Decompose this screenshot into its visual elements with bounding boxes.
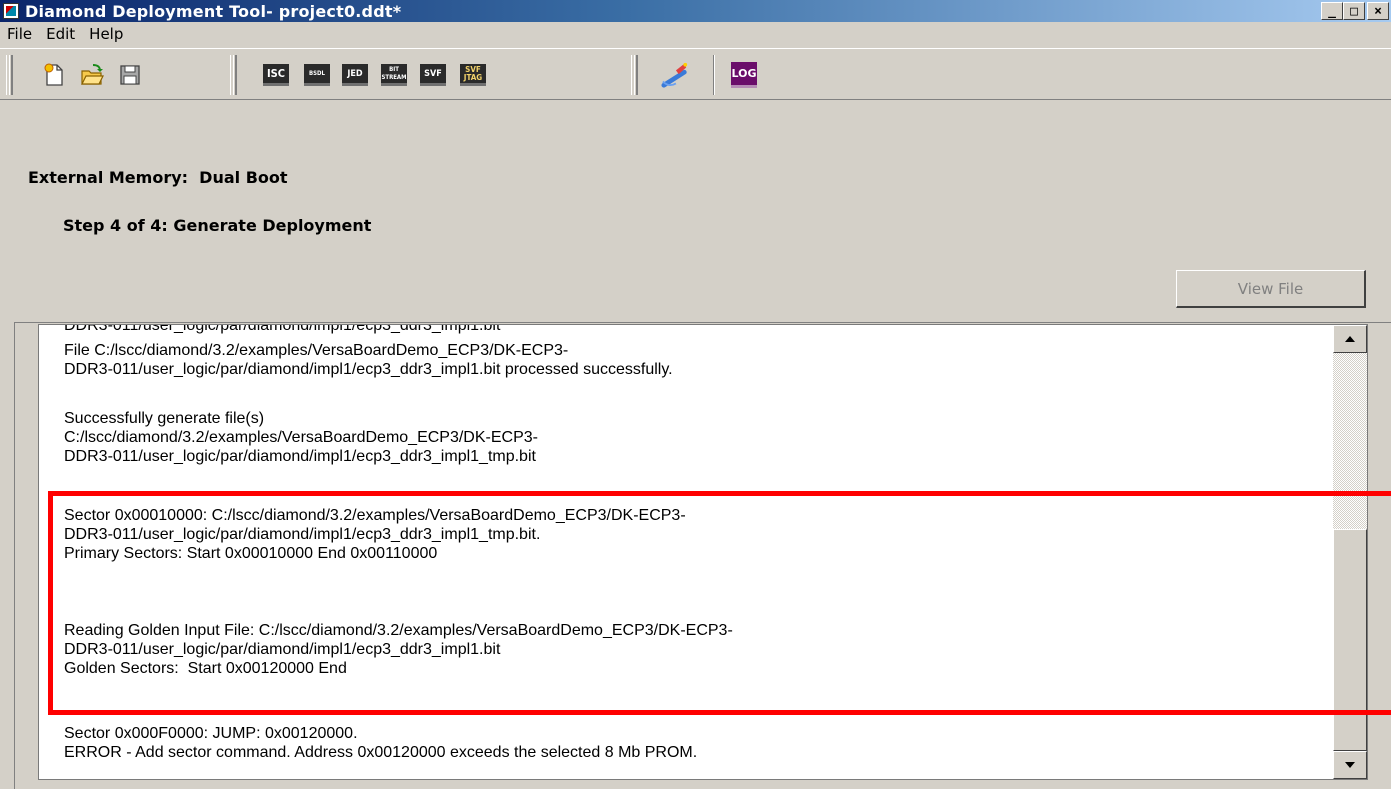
open-folder-icon xyxy=(81,64,104,85)
log-line: Primary Sectors: Start 0x00010000 End 0x… xyxy=(64,545,438,562)
scroll-thumb[interactable] xyxy=(1333,529,1367,751)
log-line: Reading Golden Input File: C:/lscc/diamo… xyxy=(64,622,733,639)
log-line: DDR3-011/user_logic/par/diamond/impl1/ec… xyxy=(64,448,536,465)
window-controls: _ □ × xyxy=(1321,2,1389,20)
log-line: File C:/lscc/diamond/3.2/examples/VersaB… xyxy=(64,342,569,359)
toolbar-grip[interactable] xyxy=(230,55,237,95)
scroll-up-button[interactable] xyxy=(1333,325,1367,353)
log-output[interactable]: DDR3-011/user_logic/par/diamond/impl1/ec… xyxy=(38,324,1368,780)
window-title: Diamond Deployment Tool- project0.ddt* xyxy=(25,1,402,21)
menu-edit[interactable]: Edit xyxy=(39,25,82,43)
jed-button[interactable]: JED xyxy=(341,61,369,89)
new-file-button[interactable] xyxy=(40,61,68,89)
step-label: Step 4 of 4: Generate Deployment xyxy=(63,216,372,235)
log-line: DDR3-011/user_logic/par/diamond/impl1/ec… xyxy=(64,526,541,543)
menu-bar: File Edit Help xyxy=(0,22,1391,46)
title-bar: Diamond Deployment Tool- project0.ddt* _… xyxy=(0,0,1391,22)
isc-button[interactable]: ISC xyxy=(262,61,290,89)
log-line: Successfully generate file(s) xyxy=(64,410,265,427)
app-icon[interactable] xyxy=(3,3,19,19)
close-button[interactable]: × xyxy=(1367,2,1389,20)
bsdl-format-icon: BSDL xyxy=(304,64,330,86)
menu-help[interactable]: Help xyxy=(82,25,130,43)
scroll-down-button[interactable] xyxy=(1333,751,1367,779)
arrow-down-icon xyxy=(1345,762,1355,768)
toolbar-grip[interactable] xyxy=(631,55,638,95)
open-button[interactable] xyxy=(78,61,106,89)
toolbar: ISC BSDL JED BIT STREAM SVF SVF JTAG LOG xyxy=(0,48,1391,100)
svf-format-icon: SVF xyxy=(420,64,446,86)
deploy-wizard-icon xyxy=(661,62,688,88)
log-line: Golden Sectors: Start 0x00120000 End xyxy=(64,660,347,677)
save-disk-icon xyxy=(120,65,140,85)
jed-format-icon: JED xyxy=(342,64,368,86)
menu-file[interactable]: File xyxy=(0,25,39,43)
minimize-button[interactable]: _ xyxy=(1321,2,1343,20)
log-line: C:/lscc/diamond/3.2/examples/VersaBoardD… xyxy=(64,429,538,446)
bsdl-button[interactable]: BSDL xyxy=(303,61,331,89)
toolbar-separator xyxy=(713,55,715,95)
log-line: DDR3-011/user_logic/par/diamond/impl1/ec… xyxy=(64,325,501,334)
bitstream-format-icon: BIT STREAM xyxy=(381,64,407,86)
toolbar-grip[interactable] xyxy=(6,55,13,95)
log-line: DDR3-011/user_logic/par/diamond/impl1/ec… xyxy=(64,641,501,658)
bitstream-button[interactable]: BIT STREAM xyxy=(380,61,408,89)
log-line: DDR3-011/user_logic/par/diamond/impl1/ec… xyxy=(64,361,673,378)
log-text-area: DDR3-011/user_logic/par/diamond/impl1/ec… xyxy=(39,325,1335,779)
log-scrollbar[interactable] xyxy=(1333,325,1367,779)
save-button[interactable] xyxy=(116,61,144,89)
log-icon: LOG xyxy=(731,62,757,88)
svf-jtag-format-icon: SVF JTAG xyxy=(460,64,486,86)
maximize-button[interactable]: □ xyxy=(1343,2,1365,20)
log-button[interactable]: LOG xyxy=(730,61,758,89)
log-line: Sector 0x000F0000: JUMP: 0x00120000. xyxy=(64,725,358,742)
svf-jtag-button[interactable]: SVF JTAG xyxy=(459,61,487,89)
isc-format-icon: ISC xyxy=(263,64,289,86)
log-line: ERROR - Add sector command. Address 0x00… xyxy=(64,744,698,761)
svf-button[interactable]: SVF xyxy=(419,61,447,89)
log-line: Sector 0x00010000: C:/lscc/diamond/3.2/e… xyxy=(64,507,686,524)
view-file-button[interactable]: View File xyxy=(1176,270,1366,308)
deploy-wizard-button[interactable] xyxy=(661,61,689,89)
external-memory-label: External Memory: Dual Boot xyxy=(28,168,288,187)
arrow-up-icon xyxy=(1345,336,1355,342)
new-file-icon xyxy=(44,63,63,86)
